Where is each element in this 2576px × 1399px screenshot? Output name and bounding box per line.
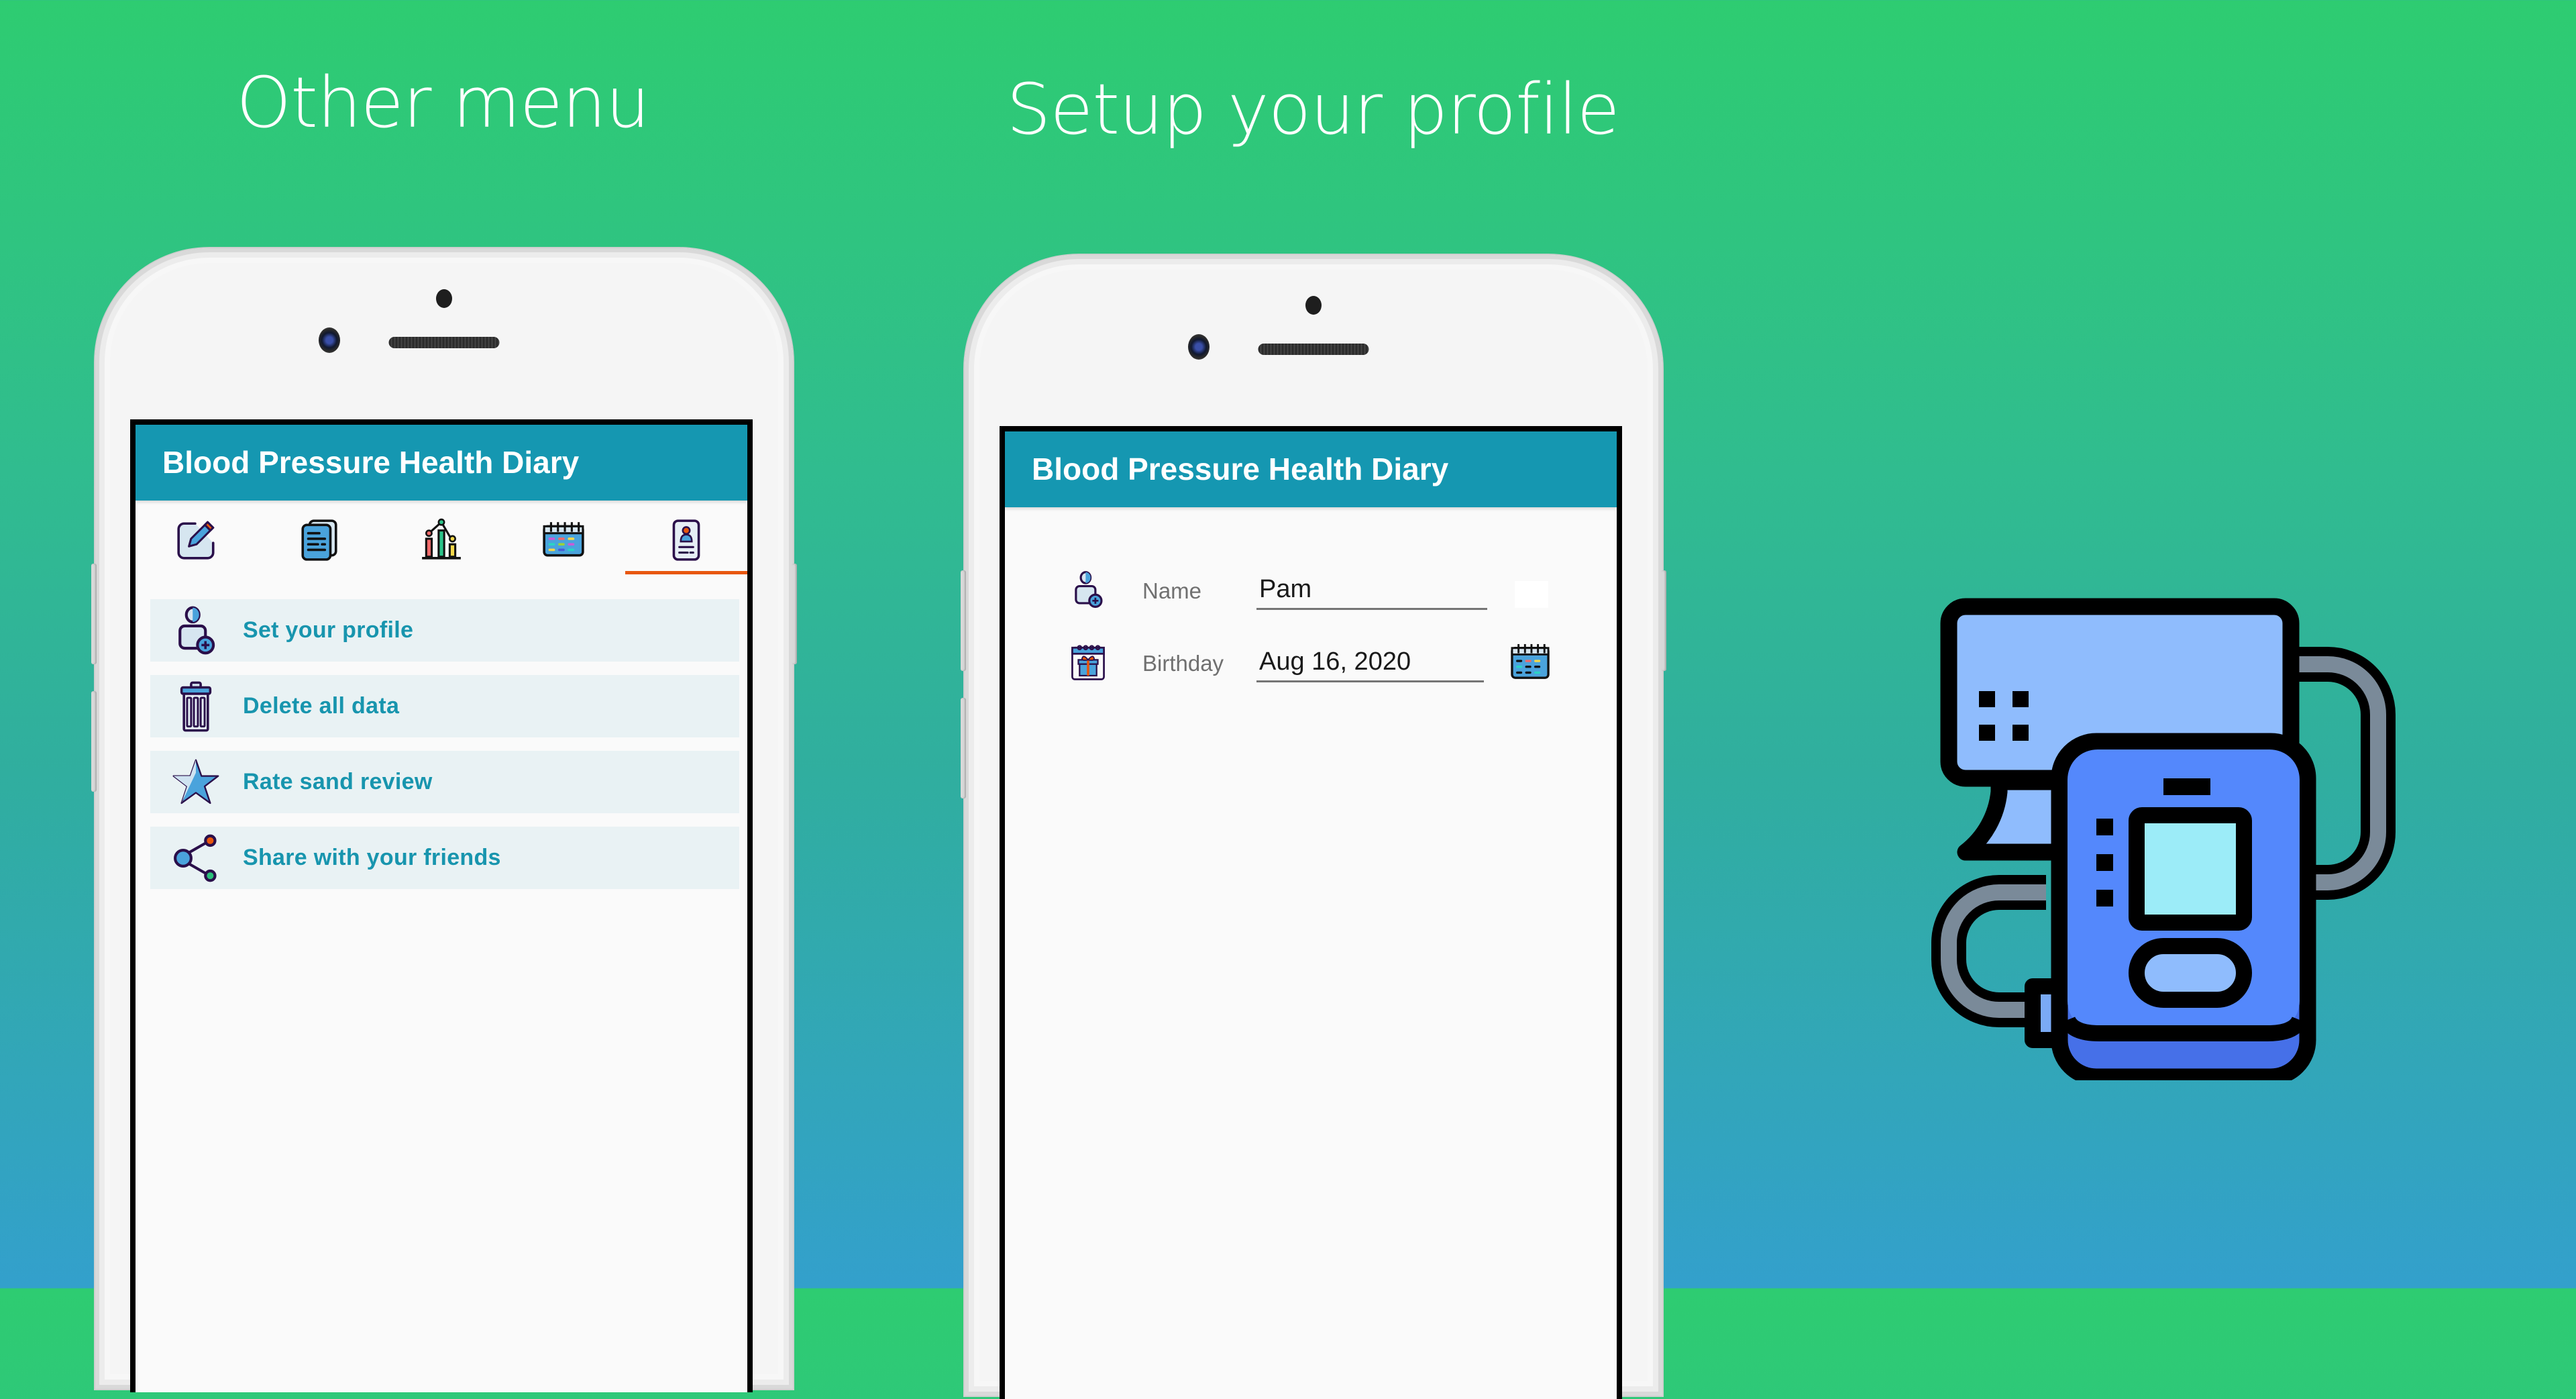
birthday-label: Birthday [1142, 651, 1224, 676]
heading-setup-profile: Setup your profile [1006, 68, 1619, 150]
proximity-sensor [436, 289, 452, 308]
birthday-calendar-icon [1071, 645, 1105, 680]
menu-item-set-profile[interactable]: Set your profile [150, 599, 739, 662]
tab-statistics[interactable] [380, 501, 502, 574]
edit-icon [177, 521, 215, 560]
front-camera [1188, 334, 1210, 360]
power-button [1661, 570, 1666, 671]
share-icon [174, 834, 217, 882]
proximity-sensor [1305, 296, 1322, 315]
menu-item-label: Rate sand review [243, 769, 433, 794]
app-screen: Blood Pressure Health Diary Set your pro… [130, 419, 753, 1392]
name-input[interactable] [1256, 571, 1487, 610]
birthday-input[interactable] [1256, 643, 1484, 682]
blank-placeholder-box [1515, 581, 1548, 608]
add-user-icon [1075, 571, 1103, 608]
earpiece-speaker [388, 337, 500, 348]
heading-other-menu: Other menu [236, 62, 649, 144]
volume-button [961, 698, 966, 798]
menu-item-delete-all-data[interactable]: Delete all data [150, 675, 739, 737]
birthday-row: Birthday [1005, 633, 1617, 694]
document-icon [301, 519, 337, 561]
calendar-icon [543, 522, 585, 557]
menu-item-share[interactable]: Share with your friends [150, 827, 739, 889]
blood-pressure-monitor-icon [1931, 598, 2396, 1080]
volume-button [91, 691, 97, 792]
menu-item-label: Set your profile [243, 617, 414, 643]
menu-item-rate-review[interactable]: Rate sand review [150, 751, 739, 813]
menu-item-label: Delete all data [243, 693, 400, 719]
tab-records-list[interactable] [258, 501, 380, 574]
profile-card-icon [672, 519, 700, 561]
tab-record[interactable] [136, 501, 258, 574]
app-bar-title: Blood Pressure Health Diary [1005, 431, 1617, 507]
volume-button [91, 564, 97, 664]
other-menu-list: Set your profile Delete all data Rate sa… [136, 599, 747, 889]
tab-other[interactable] [625, 501, 747, 574]
volume-button [961, 570, 966, 671]
app-screen: Blood Pressure Health Diary Name Pam Bir… [1000, 426, 1622, 1399]
chart-icon [422, 518, 461, 560]
phone-mockup-profile: Blood Pressure Health Diary Name Pam Bir… [961, 255, 1666, 1399]
calendar-picker-button[interactable] [1509, 643, 1551, 680]
app-bar-title: Blood Pressure Health Diary [136, 425, 747, 501]
selected-tab-indicator [625, 571, 747, 574]
add-user-icon [178, 605, 215, 654]
name-label: Name [1142, 578, 1202, 603]
menu-item-label: Share with your friends [243, 845, 501, 870]
star-icon [172, 759, 219, 804]
phone-mockup-other-menu: Blood Pressure Health Diary Set your pro… [91, 248, 797, 1392]
power-button [792, 564, 797, 664]
tab-bar [136, 501, 747, 574]
tab-calendar[interactable] [502, 501, 625, 574]
name-row: Name [1005, 561, 1617, 621]
earpiece-speaker [1258, 344, 1369, 355]
trash-icon [180, 681, 212, 731]
front-camera [319, 327, 340, 353]
